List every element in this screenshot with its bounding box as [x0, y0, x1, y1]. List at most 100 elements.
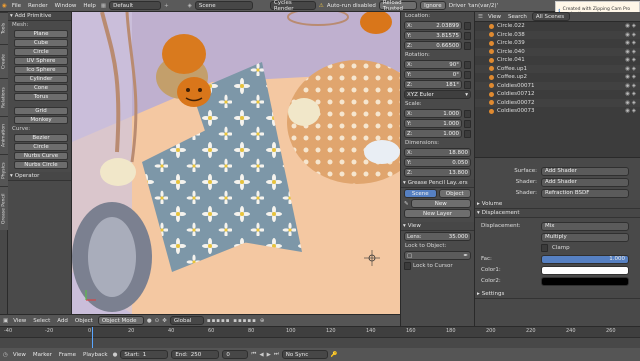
add-circle-button[interactable]: Circle	[14, 48, 68, 56]
gp-new-button[interactable]: New	[410, 199, 471, 208]
add-curve-circle-button[interactable]: Circle	[14, 143, 68, 151]
timeline-view-menu[interactable]: View	[11, 352, 28, 358]
record-icon[interactable]: ●	[113, 352, 118, 358]
timeline-marker-menu[interactable]: Marker	[31, 352, 54, 358]
play-reverse-icon[interactable]: ◀	[259, 352, 263, 358]
reload-trusted-button[interactable]: Reload Trusted	[378, 0, 417, 12]
scale-y-field[interactable]: Y: 1.000	[404, 119, 462, 128]
3d-viewport[interactable]	[72, 12, 400, 314]
add-uv-sphere-button[interactable]: UV Sphere	[14, 57, 68, 65]
add-primitive-header[interactable]: ▾ Add Primitive	[8, 12, 71, 21]
shader1-select[interactable]: Add Shader	[541, 177, 629, 187]
outliner-scope-select[interactable]: All Scenes	[531, 12, 570, 21]
outliner-item[interactable]: Circle.039 ◉ ◈	[475, 39, 640, 48]
lens-field[interactable]: Lens: 35.000	[404, 232, 471, 241]
location-x-field[interactable]: X: 2.03899	[404, 21, 462, 30]
visibility-icon[interactable]: ◉ ◈	[625, 66, 636, 72]
tab-create[interactable]: Create	[0, 44, 8, 78]
add-ico-sphere-button[interactable]: Ico Sphere	[14, 66, 68, 74]
blender-logo-icon[interactable]: ◉	[2, 3, 7, 9]
tab-relations[interactable]: Relations	[0, 78, 8, 116]
visibility-icon[interactable]: ◉ ◈	[625, 32, 636, 38]
tab-grease-pencil[interactable]: Grease Pencil	[0, 186, 8, 230]
settings-section-header[interactable]: ▸ Settings	[475, 290, 640, 299]
outliner-item[interactable]: Coffee.up2 ◉ ◈	[475, 73, 640, 82]
gp-object-tab[interactable]: Object	[438, 189, 471, 198]
menu-help[interactable]: Help	[81, 3, 98, 9]
grease-pencil-header[interactable]: ▾ Grease Pencil Lay..ers	[401, 179, 474, 188]
orientation-selector[interactable]: Global	[169, 316, 204, 325]
timeline-ruler[interactable]: -40 -20 0 20 40 60 80 100 120 140 160 18…	[0, 327, 640, 338]
editor-type-icon[interactable]: ▣	[3, 318, 8, 324]
timeline-playback-menu[interactable]: Playback	[81, 352, 110, 358]
menu-file[interactable]: File	[10, 3, 23, 9]
lock-icon[interactable]	[464, 109, 471, 118]
scene-selector[interactable]: Scene	[194, 1, 253, 10]
layout-selector[interactable]: Default	[109, 1, 162, 10]
rotation-z-field[interactable]: Z: 181°	[404, 80, 462, 89]
menu-view[interactable]: View	[11, 318, 28, 324]
visibility-icon[interactable]: ◉ ◈	[625, 23, 636, 29]
gp-scene-tab[interactable]: Scene	[404, 189, 437, 198]
lock-icon[interactable]	[464, 119, 471, 128]
tab-tools[interactable]: Tools	[0, 12, 8, 44]
add-cube-button[interactable]: Cube	[14, 39, 68, 47]
dimension-x-field[interactable]: X: 18.800	[404, 148, 471, 157]
add-grid-button[interactable]: Grid	[14, 107, 68, 115]
lock-icon[interactable]	[464, 70, 471, 79]
location-y-field[interactable]: Y: 3.81575	[404, 31, 462, 40]
rotation-y-field[interactable]: Y: 0°	[404, 70, 462, 79]
scale-z-field[interactable]: Z: 1.000	[404, 129, 462, 138]
lock-icon[interactable]	[464, 31, 471, 40]
keying-icon[interactable]: 🔑	[331, 352, 338, 358]
fac-field[interactable]: 1.000	[541, 254, 629, 264]
menu-select[interactable]: Select	[31, 318, 52, 324]
add-plane-button[interactable]: Plane	[14, 30, 68, 38]
volume-section-header[interactable]: ▸ Volume	[475, 200, 640, 209]
menu-object[interactable]: Object	[73, 318, 95, 324]
render-engine-select[interactable]: Cycles Render	[269, 0, 316, 12]
location-z-field[interactable]: Z: 0.66500	[404, 41, 462, 50]
tab-animation[interactable]: Animation	[0, 116, 8, 154]
outliner-item[interactable]: Circle.038 ◉ ◈	[475, 30, 640, 39]
lock-object-field[interactable]: ▢ ✒	[404, 251, 471, 260]
blend-mode-select[interactable]: Multiply	[541, 232, 629, 242]
add-bezier-button[interactable]: Bezier	[14, 134, 68, 142]
visibility-icon[interactable]: ◉ ◈	[625, 74, 636, 80]
add-layout-icon[interactable]: +	[164, 3, 169, 9]
outliner-item[interactable]: Circle.022 ◉ ◈	[475, 22, 640, 31]
pivot-icon[interactable]: ⊙	[155, 318, 160, 324]
visibility-icon[interactable]: ◉ ◈	[625, 100, 636, 106]
timeline[interactable]: -40 -20 0 20 40 60 80 100 120 140 160 18…	[0, 326, 640, 361]
displacement-select[interactable]: Mix	[541, 221, 629, 231]
mode-selector[interactable]: Object Mode	[97, 316, 144, 325]
lock-icon[interactable]	[464, 80, 471, 89]
add-nurbs-circle-button[interactable]: Nurbs Circle	[14, 161, 68, 169]
rotation-x-field[interactable]: X: 90°	[404, 60, 462, 69]
manipulator-icon[interactable]: ✥	[162, 318, 167, 324]
outliner-search-menu[interactable]: Search	[506, 14, 529, 20]
outliner-view-menu[interactable]: View	[486, 14, 503, 20]
jump-end-icon[interactable]: ⏭	[274, 351, 279, 358]
lock-cursor-checkbox[interactable]	[404, 261, 411, 270]
end-frame-field[interactable]: End: 250	[171, 350, 220, 359]
dimension-z-field[interactable]: Z: 13.800	[404, 168, 471, 177]
outliner-item[interactable]: Circle.041 ◉ ◈	[475, 56, 640, 65]
add-monkey-button[interactable]: Monkey	[14, 116, 68, 124]
play-icon[interactable]: ▶	[267, 352, 271, 358]
displacement-section-header[interactable]: ▾ Displacement	[475, 209, 640, 218]
sync-mode-select[interactable]: No Sync	[281, 350, 328, 359]
surface-shader-select[interactable]: Add Shader	[541, 166, 629, 176]
add-nurbs-curve-button[interactable]: Nurbs Curve	[14, 152, 68, 160]
current-frame-cursor[interactable]	[92, 327, 93, 348]
start-frame-field[interactable]: Start: 1	[120, 350, 169, 359]
scene-icon[interactable]: ◈	[188, 3, 192, 9]
outliner-item[interactable]: Coldies00071 ◉ ◈	[475, 81, 640, 90]
outliner-item[interactable]: Coldies00073 ◉ ◈	[475, 107, 640, 116]
shader2-select[interactable]: Refraction BSDF	[541, 188, 629, 198]
view-section-header[interactable]: ▾ View	[401, 222, 474, 231]
rotation-mode-select[interactable]: XYZ Euler ▾	[404, 90, 471, 99]
gp-new-layer-button[interactable]: New Layer	[404, 209, 471, 218]
outliner-editor-icon[interactable]: ☰	[478, 14, 483, 20]
lock-icon[interactable]	[464, 21, 471, 30]
